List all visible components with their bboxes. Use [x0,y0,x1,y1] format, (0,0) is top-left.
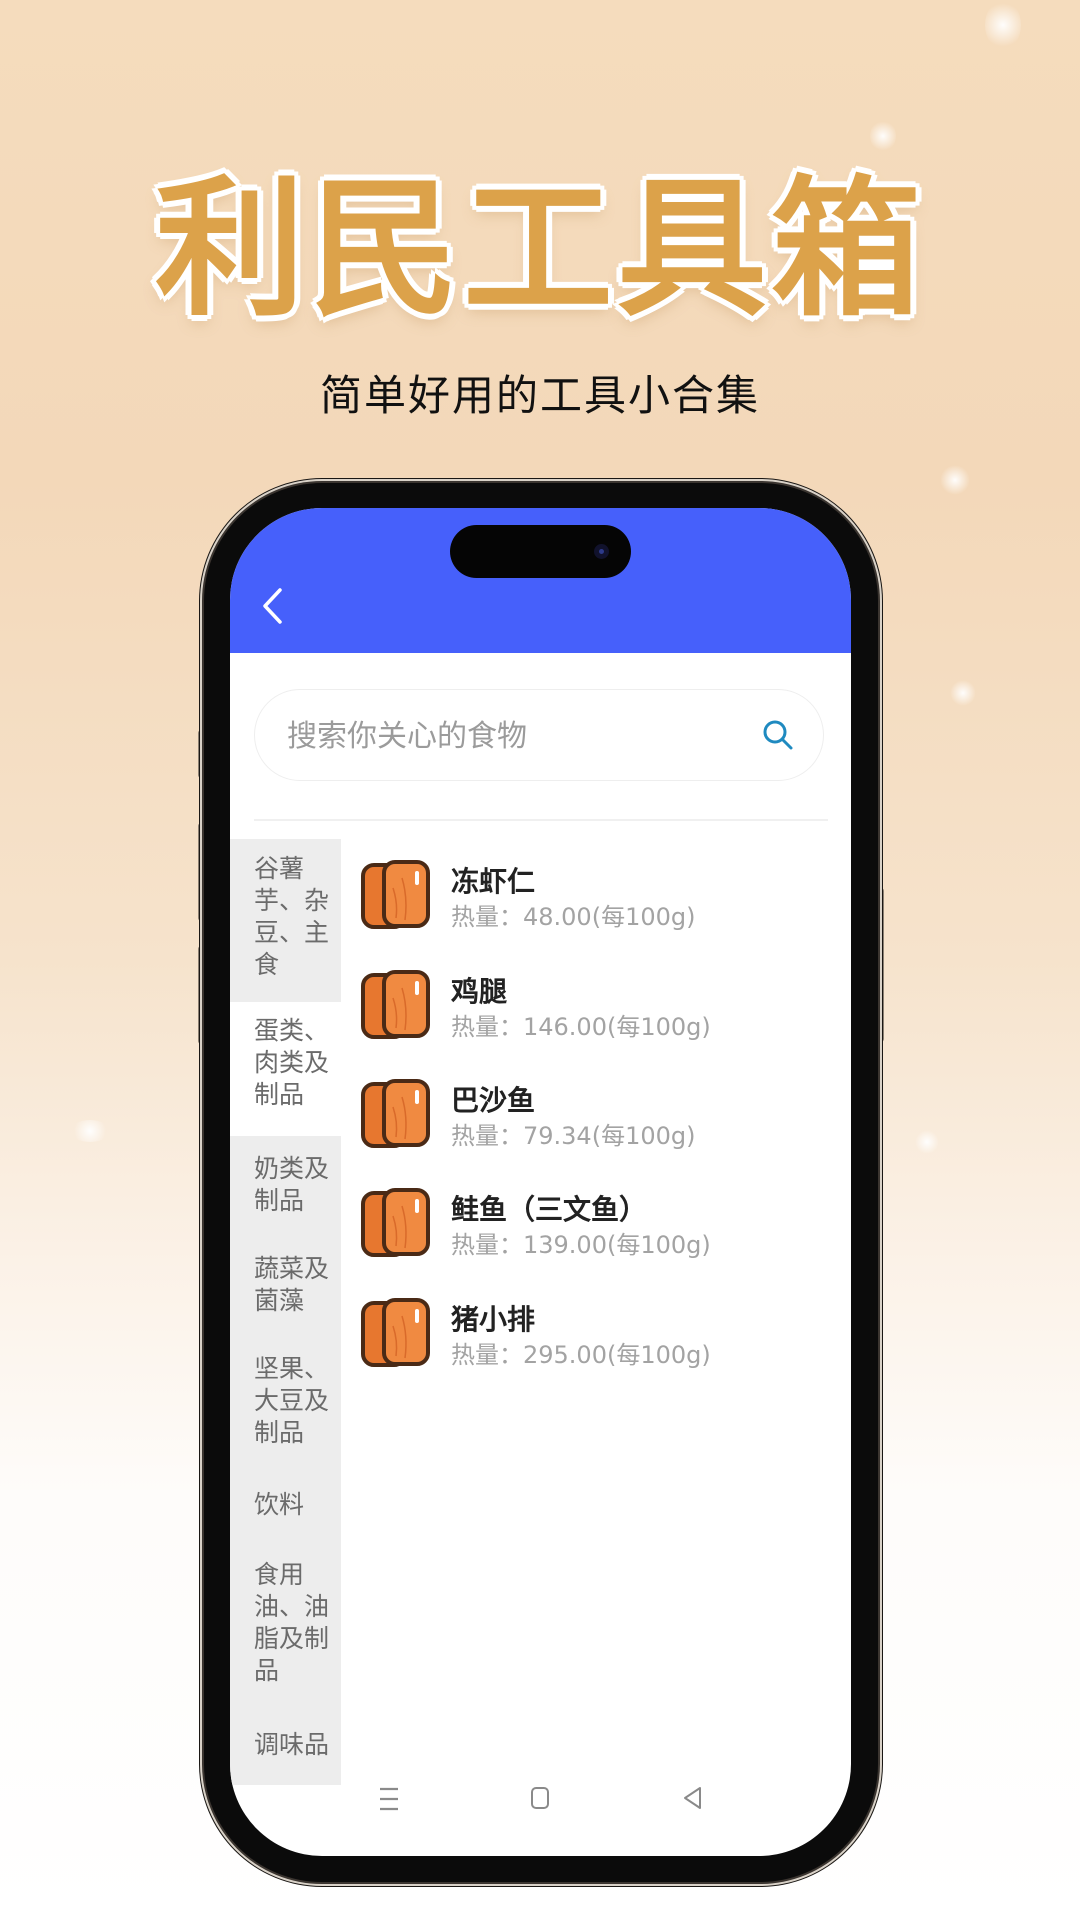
back-triangle-icon [684,1787,701,1809]
home-button[interactable] [520,1779,560,1819]
category-item[interactable]: 谷薯芋、杂豆、主食 [230,839,341,1002]
search-icon [763,720,793,750]
background-sparkle [70,1120,110,1142]
food-calories: 热量：79.34(每100g) [451,1122,696,1150]
category-label: 谷薯芋、杂豆、主食 [254,854,330,979]
app-header [230,508,851,653]
background-sparkle [985,0,1021,50]
home-square-icon [531,1787,549,1809]
category-item[interactable]: 坚果、大豆及制品 [230,1336,341,1472]
food-name: 鸡腿 [451,975,508,1008]
recents-button[interactable] [369,1779,409,1819]
category-item[interactable]: 蔬菜及菌藻 [230,1236,341,1336]
background-sparkle [915,1130,939,1154]
category-label: 食用油、油脂及制品 [254,1560,330,1685]
category-label: 蔬菜及菌藻 [254,1254,330,1315]
background-sparkle [950,680,976,706]
category-label: 调味品 [254,1730,330,1759]
food-meat-icon [361,1188,430,1257]
category-label: 坚果、大豆及制品 [254,1354,330,1447]
hero-title: 利民工具箱 [154,163,925,337]
system-back-button[interactable] [673,1779,713,1819]
food-name: 鲑鱼（三文鱼） [451,1193,648,1226]
divider [254,819,828,821]
search-button[interactable] [761,718,795,752]
food-meat-icon [361,1079,430,1148]
food-name: 冻虾仁 [451,865,536,898]
food-calories: 热量：146.00(每100g) [451,1013,711,1041]
category-label: 蛋类、肉类及制品 [254,1016,330,1109]
phone-screen: 谷薯芋、杂豆、主食 蛋类、肉类及制品 奶类及制品 蔬菜及菌藻 坚果、大豆及制品 … [230,508,851,1856]
food-list-item[interactable]: 猪小排 热量：295.00(每100g) [360,1296,840,1396]
food-list-item[interactable]: 鲑鱼（三文鱼） 热量：139.00(每100g) [360,1186,840,1286]
food-calories: 热量：139.00(每100g) [451,1231,711,1259]
search-input[interactable] [285,690,749,782]
search-bar [254,689,824,782]
back-button[interactable] [250,580,300,630]
category-item-selected[interactable]: 蛋类、肉类及制品 [230,1002,341,1136]
category-label: 饮料 [254,1490,305,1519]
category-item[interactable]: 奶类及制品 [230,1136,341,1236]
food-calories: 热量：48.00(每100g) [451,903,696,931]
menu-lines-icon [380,1787,398,1811]
food-list-item[interactable]: 冻虾仁 热量：48.00(每100g) [360,858,840,958]
chevron-left-icon [263,588,282,624]
food-meat-icon [361,860,430,929]
background-sparkle [940,465,970,495]
food-name: 猪小排 [451,1303,536,1336]
background-sparkle [870,120,896,152]
dynamic-island [450,525,631,578]
food-list-item[interactable]: 鸡腿 热量：146.00(每100g) [360,968,840,1068]
food-list-item[interactable]: 巴沙鱼 热量：79.34(每100g) [360,1077,840,1177]
food-meat-icon [361,1298,430,1367]
category-item[interactable]: 饮料 [230,1472,341,1542]
camera-icon [594,544,609,559]
food-name: 巴沙鱼 [451,1084,536,1117]
system-nav-bar [230,1766,851,1856]
food-meat-icon [361,970,430,1039]
food-calories: 热量：295.00(每100g) [451,1341,711,1369]
category-item[interactable]: 食用油、油脂及制品 [230,1542,341,1712]
category-sidebar: 谷薯芋、杂豆、主食 蛋类、肉类及制品 奶类及制品 蔬菜及菌藻 坚果、大豆及制品 … [230,839,341,1785]
category-label: 奶类及制品 [254,1154,330,1215]
hero-subtitle: 简单好用的工具小合集 [319,371,760,420]
